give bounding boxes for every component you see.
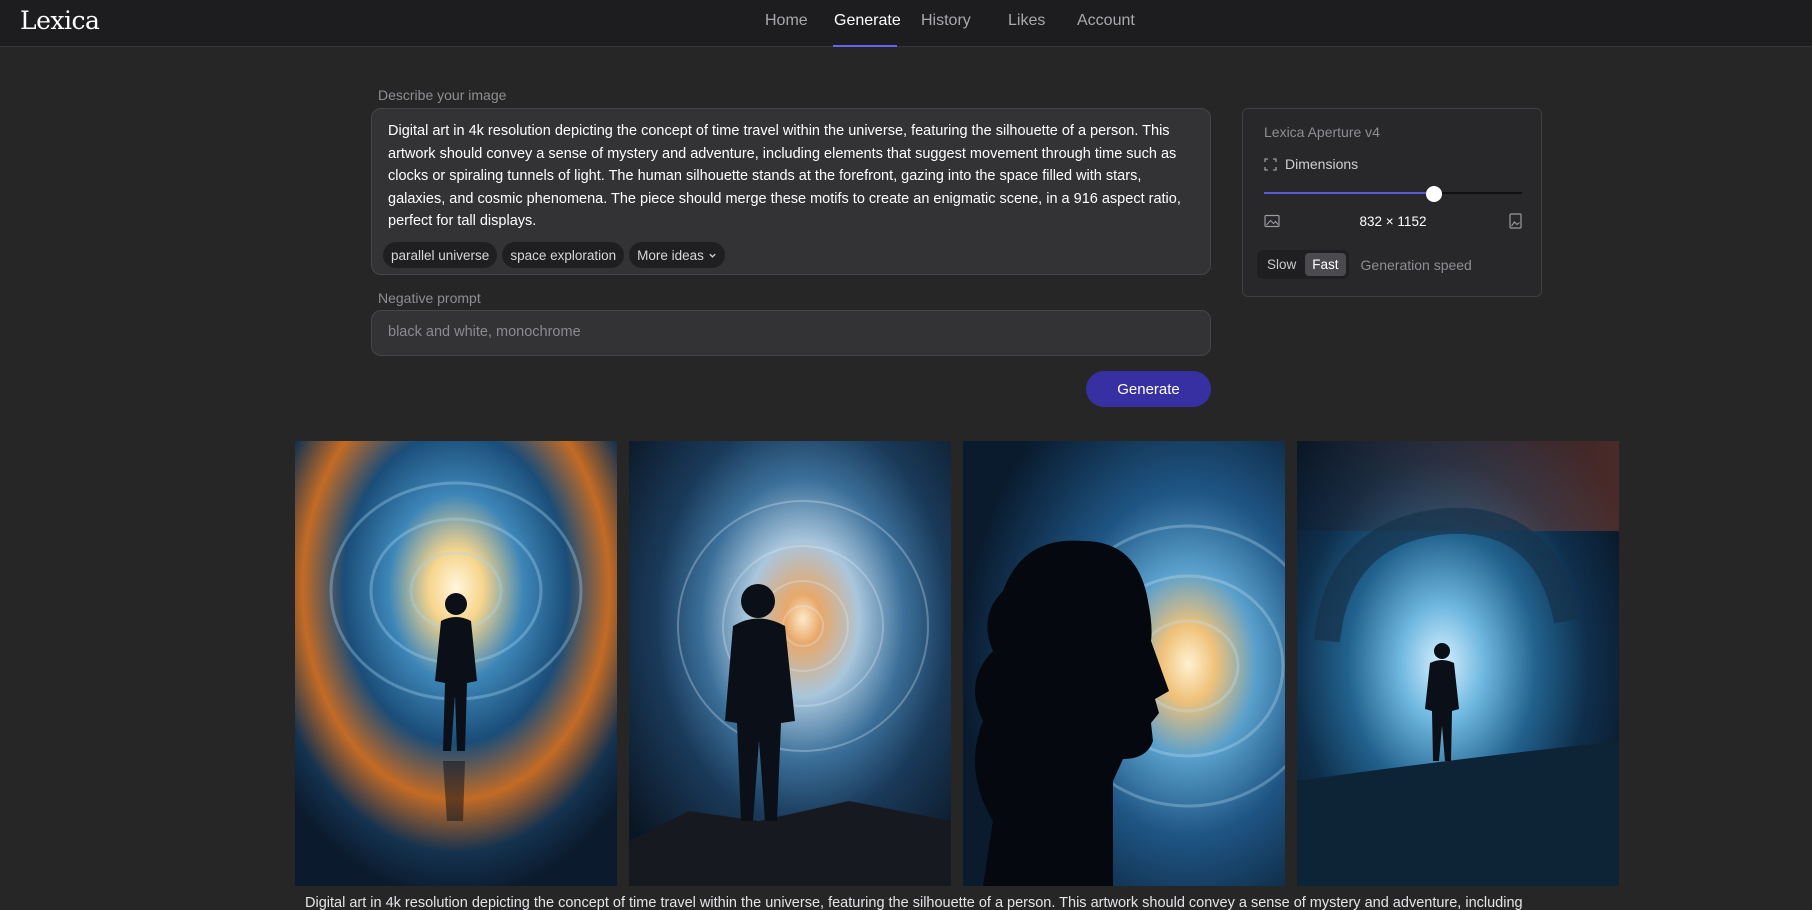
expand-icon	[1264, 157, 1277, 171]
dimensions-label: Dimensions	[1285, 156, 1359, 172]
prompt-suggestion-chips: parallel universe space exploration More…	[383, 242, 725, 268]
chip-parallel-universe[interactable]: parallel universe	[383, 242, 498, 268]
silhouette-facing-spiral-tunnel-icon	[629, 441, 951, 886]
active-tab-indicator	[833, 45, 897, 47]
head-profile-galaxy-icon	[963, 441, 1285, 886]
figure-in-cosmic-wave-icon	[1297, 441, 1619, 886]
top-nav-bar: Lexica Home Generate History Likes Accou…	[0, 0, 1812, 47]
portrait-image-icon[interactable]	[1509, 213, 1522, 229]
nav-likes[interactable]: Likes	[1008, 12, 1045, 30]
model-selector[interactable]: Lexica Aperture v4	[1264, 124, 1380, 140]
size-readout: 832 × 1152	[1359, 214, 1427, 229]
generated-image-4[interactable]	[1297, 441, 1619, 886]
generation-speed-row: Slow Fast Generation speed	[1257, 250, 1472, 279]
speed-toggle: Slow Fast	[1257, 250, 1349, 279]
nav-home[interactable]: Home	[765, 12, 808, 30]
generation-speed-label: Generation speed	[1360, 256, 1472, 273]
dimensions-slider[interactable]	[1264, 186, 1522, 202]
prompt-text[interactable]: Digital art in 4k resolution depicting t…	[388, 120, 1193, 233]
prompt-label: Describe your image	[378, 87, 507, 103]
slider-thumb[interactable]	[1426, 186, 1443, 202]
negative-prompt-field[interactable]	[371, 310, 1211, 356]
generate-button[interactable]: Generate	[1086, 371, 1211, 407]
size-row: 832 × 1152	[1264, 213, 1522, 231]
nav-history[interactable]: History	[921, 12, 971, 30]
chip-space-exploration[interactable]: space exploration	[502, 242, 625, 268]
negative-prompt-input[interactable]	[388, 324, 1188, 340]
slider-fill	[1264, 192, 1435, 194]
more-ideas-label: More ideas	[637, 247, 704, 263]
negative-prompt-label: Negative prompt	[378, 290, 481, 306]
silhouette-walking-into-vortex-icon	[295, 441, 617, 886]
generated-image-1[interactable]	[295, 441, 617, 886]
nav-generate[interactable]: Generate	[834, 12, 901, 30]
nav-account[interactable]: Account	[1077, 12, 1135, 30]
more-ideas-button[interactable]: More ideas	[629, 242, 725, 268]
settings-panel: Lexica Aperture v4 Dimensions 832 × 1152…	[1242, 108, 1542, 297]
generated-image-3[interactable]	[963, 441, 1285, 886]
chevron-down-icon	[709, 253, 716, 258]
speed-slow-option[interactable]: Slow	[1260, 253, 1303, 276]
dimensions-header: Dimensions	[1264, 156, 1358, 172]
image-caption: Digital art in 4k resolution depicting t…	[305, 895, 1523, 910]
generated-image-2[interactable]	[629, 441, 951, 886]
prompt-textarea[interactable]: Digital art in 4k resolution depicting t…	[371, 108, 1211, 275]
speed-fast-option[interactable]: Fast	[1305, 253, 1346, 276]
main-nav: Home Generate History Likes Account	[0, 0, 1812, 47]
